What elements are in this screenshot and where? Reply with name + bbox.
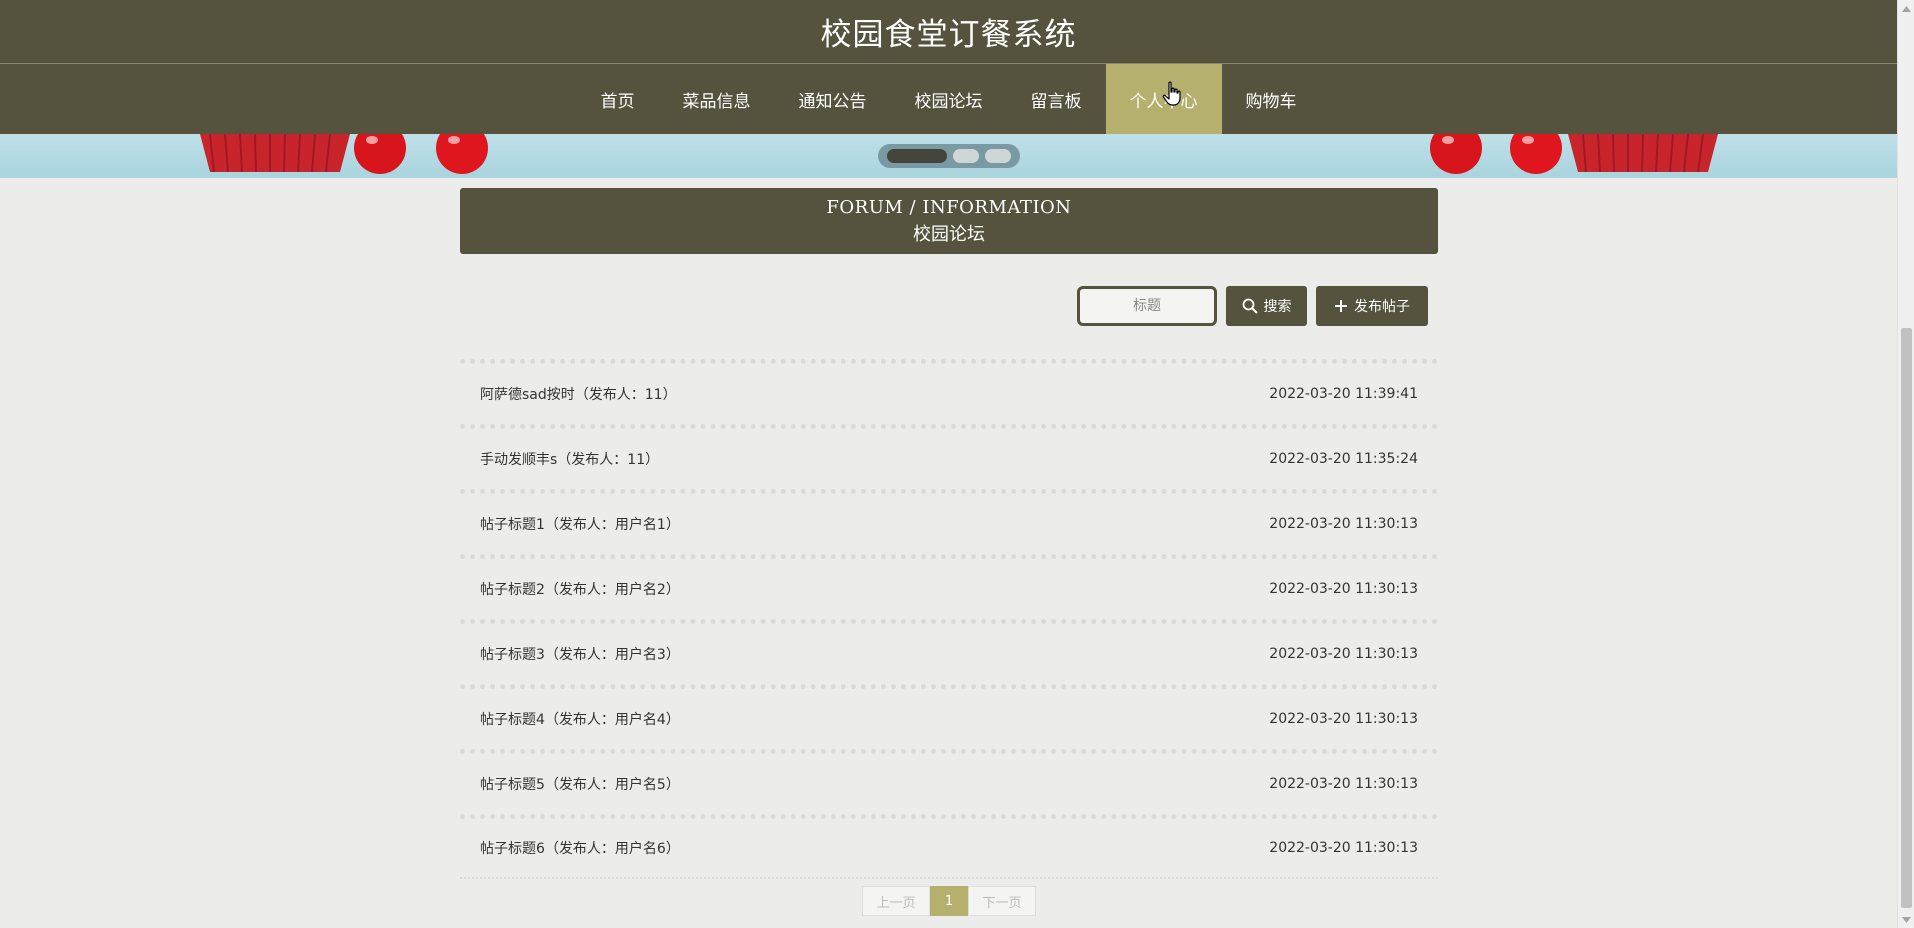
- forum-post-list: 阿萨德sad按时（发布人：11） 2022-03-20 11:39:41 手动发…: [460, 359, 1438, 879]
- post-title: 帖子标题2（发布人：用户名2）: [480, 582, 680, 598]
- post-title: 帖子标题5（发布人：用户名5）: [480, 777, 680, 793]
- nav-item-message-board[interactable]: 留言板: [1007, 64, 1106, 134]
- hand-cursor-icon: [1162, 81, 1181, 106]
- post-time: 2022-03-20 11:30:13: [1269, 516, 1418, 532]
- post-time: 2022-03-20 11:35:24: [1269, 451, 1418, 467]
- nav-item-cart[interactable]: 购物车: [1222, 64, 1321, 134]
- publish-post-button[interactable]: 发布帖子: [1316, 286, 1428, 326]
- site-title: 校园食堂订餐系统: [820, 17, 1077, 53]
- site-header: 校园食堂订餐系统: [0, 0, 1897, 64]
- main-nav: 首页 菜品信息 通知公告 校园论坛 留言板 个人中心 购物车: [0, 64, 1897, 134]
- page: 校园食堂订餐系统 首页 菜品信息 通知公告 校园论坛 留言板 个人中心 购物车: [0, 0, 1897, 928]
- scroll-up-arrow-icon[interactable]: [1898, 0, 1914, 17]
- vertical-scrollbar[interactable]: [1897, 0, 1914, 928]
- forum-post-row[interactable]: 帖子标题2（发布人：用户名2） 2022-03-20 11:30:13: [460, 554, 1438, 619]
- cupcake-image-left: [200, 134, 488, 174]
- search-icon: [1242, 298, 1258, 314]
- publish-post-button-label: 发布帖子: [1354, 299, 1410, 315]
- post-title: 帖子标题4（发布人：用户名4）: [480, 712, 680, 728]
- section-title-en: FORUM / INFORMATION: [826, 196, 1072, 218]
- post-time: 2022-03-20 11:30:13: [1269, 840, 1418, 856]
- forum-post-row[interactable]: 手动发顺丰s（发布人：11） 2022-03-20 11:35:24: [460, 424, 1438, 489]
- nav-item-label: 留言板: [1030, 91, 1082, 112]
- nav-item-label: 菜品信息: [682, 91, 751, 112]
- forum-post-row[interactable]: 帖子标题6（发布人：用户名6） 2022-03-20 11:30:13: [460, 814, 1438, 879]
- post-time: 2022-03-20 11:30:13: [1269, 776, 1418, 792]
- forum-post-row[interactable]: 阿萨德sad按时（发布人：11） 2022-03-20 11:39:41: [460, 359, 1438, 424]
- post-title: 帖子标题6（发布人：用户名6）: [480, 841, 680, 857]
- plus-icon: [1335, 300, 1347, 312]
- pagination: 上一页 1 下一页: [862, 886, 1036, 916]
- carousel-dot-2[interactable]: [953, 149, 979, 163]
- nav-item-label: 校园论坛: [914, 91, 983, 112]
- cupcake-image-right: [1430, 134, 1718, 174]
- post-title: 阿萨德sad按时（发布人：11）: [480, 387, 677, 403]
- nav-item-forum[interactable]: 校园论坛: [891, 64, 1007, 134]
- section-header: FORUM / INFORMATION 校园论坛: [460, 188, 1438, 254]
- post-time: 2022-03-20 11:30:13: [1269, 646, 1418, 662]
- title-search-input[interactable]: [1077, 286, 1217, 326]
- search-button[interactable]: 搜索: [1226, 286, 1307, 326]
- carousel-dot-1[interactable]: [887, 149, 947, 163]
- nav-item-home[interactable]: 首页: [577, 64, 659, 134]
- scroll-down-arrow-icon[interactable]: [1898, 911, 1914, 928]
- post-title: 帖子标题1（发布人：用户名1）: [480, 517, 680, 533]
- post-time: 2022-03-20 11:30:13: [1269, 711, 1418, 727]
- section-title-cn: 校园论坛: [913, 223, 985, 245]
- nav-item-label: 个人中心: [1130, 81, 1198, 112]
- nav-item-notices[interactable]: 通知公告: [775, 64, 891, 134]
- nav-item-label: 购物车: [1245, 91, 1297, 112]
- nav-item-label: 通知公告: [798, 91, 867, 112]
- carousel-indicators: [878, 144, 1020, 168]
- post-title: 帖子标题3（发布人：用户名3）: [480, 647, 680, 663]
- forum-post-row[interactable]: 帖子标题4（发布人：用户名4） 2022-03-20 11:30:13: [460, 684, 1438, 749]
- forum-post-row[interactable]: 帖子标题1（发布人：用户名1） 2022-03-20 11:30:13: [460, 489, 1438, 554]
- nav-item-label: 首页: [600, 91, 635, 112]
- forum-post-row[interactable]: 帖子标题5（发布人：用户名5） 2022-03-20 11:30:13: [460, 749, 1438, 814]
- next-page-button[interactable]: 下一页: [968, 886, 1036, 916]
- post-time: 2022-03-20 11:30:13: [1269, 581, 1418, 597]
- scrollbar-thumb[interactable]: [1901, 328, 1912, 908]
- page-number-button[interactable]: 1: [930, 886, 968, 916]
- carousel-dot-3[interactable]: [985, 149, 1011, 163]
- search-button-label: 搜索: [1263, 299, 1292, 315]
- post-time: 2022-03-20 11:39:41: [1269, 386, 1418, 402]
- prev-page-button[interactable]: 上一页: [862, 886, 930, 916]
- forum-post-row[interactable]: 帖子标题3（发布人：用户名3） 2022-03-20 11:30:13: [460, 619, 1438, 684]
- nav-item-dishes[interactable]: 菜品信息: [659, 64, 775, 134]
- banner-carousel: [0, 134, 1897, 178]
- nav-item-personal-center[interactable]: 个人中心: [1105, 64, 1222, 134]
- post-title: 手动发顺丰s（发布人：11）: [480, 452, 660, 468]
